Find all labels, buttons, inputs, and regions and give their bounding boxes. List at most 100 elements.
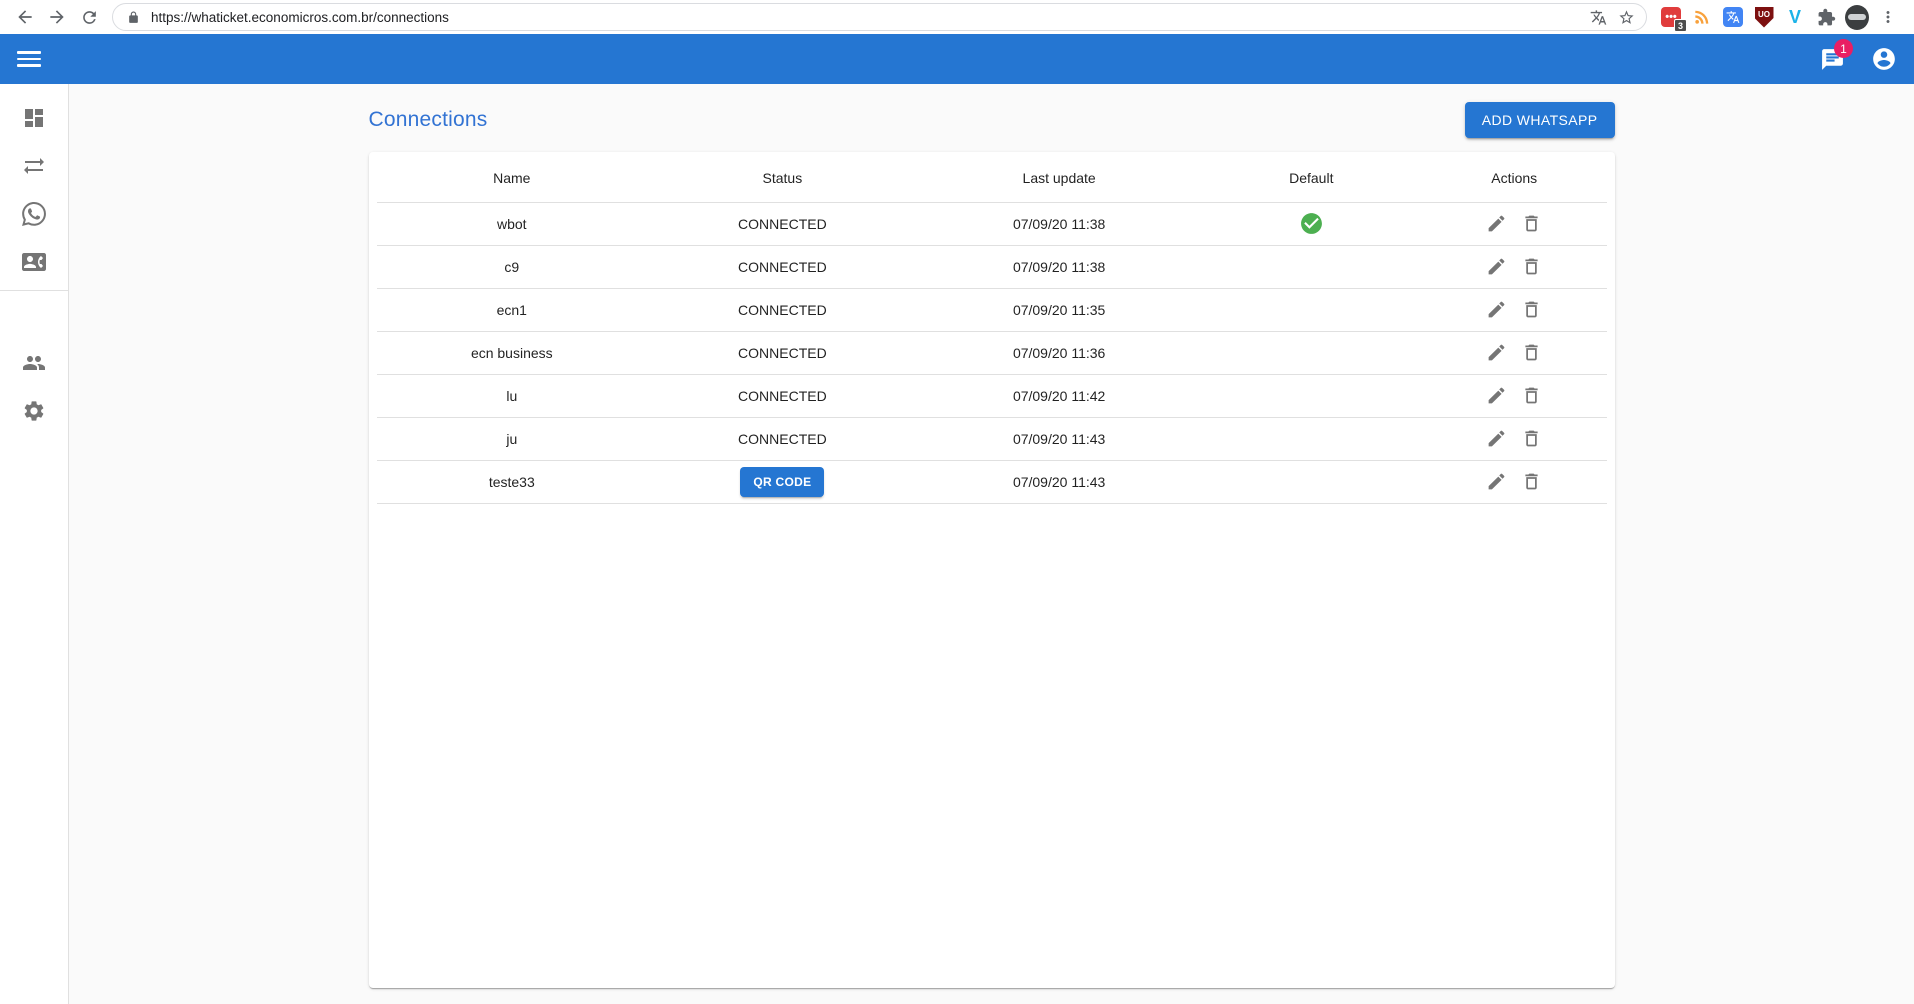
dashboard-icon: [22, 106, 46, 130]
default-cell: [1201, 202, 1422, 245]
table-row: lu CONNECTED 07/09/20 11:42: [377, 374, 1607, 417]
edit-button[interactable]: [1481, 383, 1512, 408]
main-content: Connections ADD WHATSAPP Name Status Las…: [69, 84, 1914, 1004]
browser-toolbar: https://whaticket.economicros.com.br/con…: [0, 0, 1914, 34]
rss-extension-icon[interactable]: [1690, 5, 1714, 29]
trash-icon: [1521, 256, 1542, 277]
bookmark-star-icon[interactable]: [1616, 7, 1636, 27]
table-row: ecn business CONNECTED 07/09/20 11:36: [377, 331, 1607, 374]
pencil-icon: [1486, 256, 1507, 277]
delete-button[interactable]: [1516, 383, 1547, 408]
trash-icon: [1521, 385, 1542, 406]
header-name: Name: [377, 154, 648, 202]
actions-cell: [1422, 288, 1607, 331]
people-icon: [22, 351, 46, 375]
browser-profile-avatar[interactable]: [1845, 5, 1869, 29]
status-cell: CONNECTED: [647, 374, 918, 417]
name-cell: lu: [377, 374, 648, 417]
browser-reload-button[interactable]: [74, 2, 104, 32]
pencil-icon: [1486, 213, 1507, 234]
qr-code-button[interactable]: QR CODE: [740, 467, 824, 497]
sidebar-item-tickets[interactable]: [0, 190, 68, 238]
edit-button[interactable]: [1481, 426, 1512, 451]
trash-icon: [1521, 428, 1542, 449]
status-cell: CONNECTED: [647, 331, 918, 374]
url-text[interactable]: https://whaticket.economicros.com.br/con…: [151, 10, 1580, 25]
reload-icon: [80, 8, 99, 27]
sidebar-item-contacts[interactable]: [0, 238, 68, 286]
table-row: wbot CONNECTED 07/09/20 11:38: [377, 202, 1607, 245]
edit-button[interactable]: [1481, 340, 1512, 365]
table-row: ju CONNECTED 07/09/20 11:43: [377, 417, 1607, 460]
pencil-icon: [1486, 471, 1507, 492]
notifier-extension-icon[interactable]: ••• 3: [1659, 5, 1683, 29]
last-update-cell: 07/09/20 11:35: [918, 288, 1201, 331]
actions-cell: [1422, 374, 1607, 417]
sidebar-item-settings[interactable]: [0, 387, 68, 435]
sidebar-divider: [0, 290, 68, 291]
table-row: teste33 QR CODE 07/09/20 11:43: [377, 460, 1607, 503]
translate-page-icon[interactable]: [1588, 7, 1608, 27]
name-cell: wbot: [377, 202, 648, 245]
delete-button[interactable]: [1516, 469, 1547, 494]
status-cell: CONNECTED: [647, 417, 918, 460]
actions-cell: [1422, 417, 1607, 460]
edit-button[interactable]: [1481, 254, 1512, 279]
messages-button[interactable]: 1: [1819, 46, 1845, 72]
trash-icon: [1521, 213, 1542, 234]
browser-forward-button[interactable]: [42, 2, 72, 32]
status-cell: QR CODE: [647, 460, 918, 503]
default-cell: [1201, 460, 1422, 503]
menu-hamburger-icon[interactable]: [17, 47, 41, 71]
sidebar: [0, 84, 69, 1004]
header-actions: Actions: [1422, 154, 1607, 202]
extensions-tray: ••• 3 UO V: [1655, 5, 1904, 29]
delete-button[interactable]: [1516, 426, 1547, 451]
edit-button[interactable]: [1481, 469, 1512, 494]
delete-button[interactable]: [1516, 254, 1547, 279]
browser-menu-kebab-icon[interactable]: [1876, 5, 1900, 29]
edit-button[interactable]: [1481, 211, 1512, 236]
account-circle-icon: [1871, 46, 1897, 72]
pencil-icon: [1486, 299, 1507, 320]
delete-button[interactable]: [1516, 340, 1547, 365]
notifications-badge: 1: [1834, 39, 1853, 58]
pencil-icon: [1486, 428, 1507, 449]
status-cell: CONNECTED: [647, 202, 918, 245]
name-cell: teste33: [377, 460, 648, 503]
google-translate-extension-icon[interactable]: [1721, 5, 1745, 29]
ublock-extension-icon[interactable]: UO: [1752, 5, 1776, 29]
last-update-cell: 07/09/20 11:42: [918, 374, 1201, 417]
video-v-extension-icon[interactable]: V: [1783, 5, 1807, 29]
address-bar[interactable]: https://whaticket.economicros.com.br/con…: [112, 3, 1647, 31]
trash-icon: [1521, 342, 1542, 363]
default-cell: [1201, 331, 1422, 374]
sidebar-item-users[interactable]: [0, 339, 68, 387]
add-whatsapp-button[interactable]: ADD WHATSAPP: [1465, 102, 1615, 138]
status-cell: CONNECTED: [647, 288, 918, 331]
sidebar-item-dashboard[interactable]: [0, 94, 68, 142]
header-status: Status: [647, 154, 918, 202]
sidebar-item-connections[interactable]: [0, 142, 68, 190]
header-default: Default: [1201, 154, 1422, 202]
default-cell: [1201, 417, 1422, 460]
delete-button[interactable]: [1516, 211, 1547, 236]
app-bar: 1: [0, 34, 1914, 84]
gear-icon: [22, 399, 46, 423]
delete-button[interactable]: [1516, 297, 1547, 322]
account-button[interactable]: [1871, 46, 1897, 72]
actions-cell: [1422, 331, 1607, 374]
default-cell: [1201, 288, 1422, 331]
extensions-puzzle-icon[interactable]: [1814, 5, 1838, 29]
pencil-icon: [1486, 385, 1507, 406]
actions-cell: [1422, 460, 1607, 503]
trash-icon: [1521, 471, 1542, 492]
name-cell: ecn1: [377, 288, 648, 331]
browser-back-button[interactable]: [10, 2, 40, 32]
connections-table: Name Status Last update Default Actions …: [377, 154, 1607, 504]
default-cell: [1201, 245, 1422, 288]
forward-arrow-icon: [47, 7, 67, 27]
extension-badge: 3: [1674, 19, 1687, 32]
edit-button[interactable]: [1481, 297, 1512, 322]
actions-cell: [1422, 245, 1607, 288]
